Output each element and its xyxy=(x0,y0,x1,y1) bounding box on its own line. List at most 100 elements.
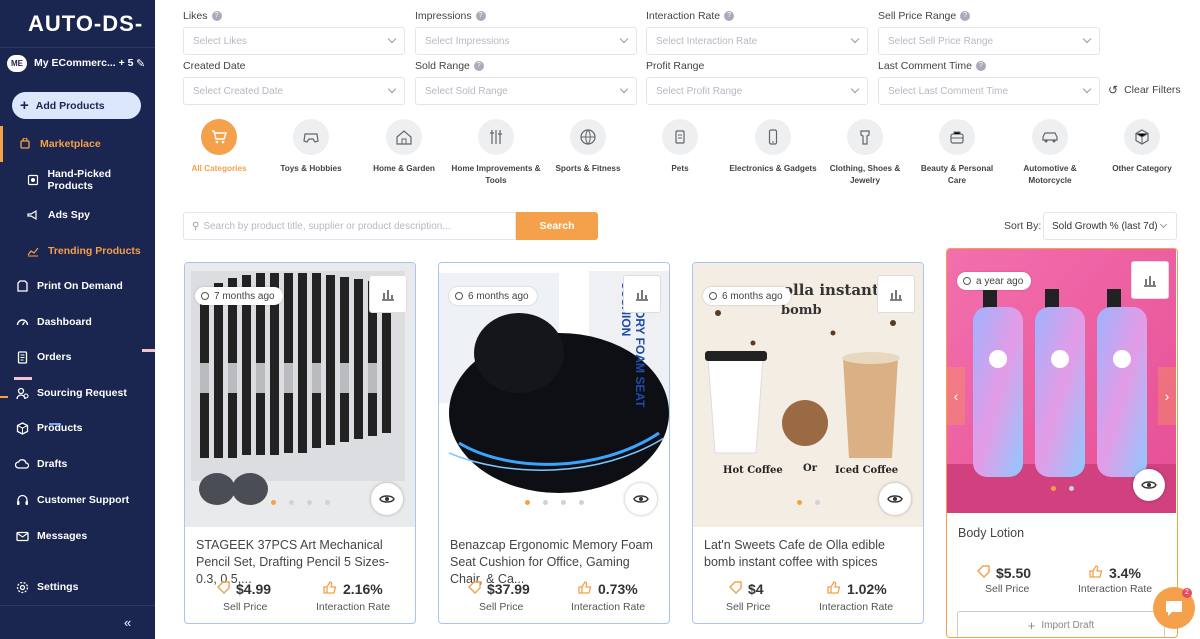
sidebar-item-hand-picked[interactable]: Hand-Picked Products xyxy=(0,165,155,195)
eye-icon[interactable] xyxy=(879,483,911,515)
clear-filters-button[interactable]: ↺ Clear Filters xyxy=(1108,83,1181,97)
store-selector[interactable]: ME My ECommerc... + 5 ✎ xyxy=(7,54,148,72)
likes-select[interactable]: Select Likes xyxy=(183,27,405,55)
help-icon[interactable]: ? xyxy=(475,11,486,21)
eye-icon[interactable] xyxy=(1133,469,1165,501)
sidebar-item-marketplace[interactable]: Marketplace xyxy=(0,129,155,159)
search-input[interactable]: ⚲ Search by product title, supplier or pr… xyxy=(183,212,516,240)
category-toys-hobbies[interactable]: Toys & Hobbies xyxy=(266,119,356,175)
sidebar-item-sourcing-request[interactable]: Sourcing Request xyxy=(0,378,155,408)
product-card[interactable]: ‹ › a year ago Body Lotion $5.50 Sell Pr… xyxy=(946,248,1178,638)
interaction-rate-select[interactable]: Select Interaction Rate xyxy=(646,27,868,55)
age-badge: 6 months ago xyxy=(703,287,791,305)
divider xyxy=(0,605,155,606)
image-caption-left: Hot Coffee xyxy=(723,465,783,476)
carousel-dot[interactable] xyxy=(542,500,548,505)
sell-price-range-select[interactable]: Select Sell Price Range xyxy=(878,27,1100,55)
chevron-right-icon[interactable]: › xyxy=(1158,367,1176,425)
help-icon[interactable]: ? xyxy=(211,11,222,21)
carousel-dot[interactable] xyxy=(270,500,276,505)
category-all[interactable]: All Categories xyxy=(174,119,264,175)
chevron-down-icon xyxy=(619,84,629,94)
carousel-dot[interactable] xyxy=(560,500,566,505)
carousel-dot[interactable] xyxy=(814,500,820,505)
category-other[interactable]: Other Category xyxy=(1097,119,1187,175)
category-home-improvements[interactable]: Home Improvements & Tools xyxy=(451,119,541,187)
tools-icon xyxy=(478,119,514,155)
sort-select[interactable]: Sold Growth % (last 7d) xyxy=(1043,212,1177,240)
sell-price-value: $4 xyxy=(729,581,764,597)
carousel-dot[interactable] xyxy=(578,500,584,505)
store-name: My ECommerc... + 5 xyxy=(34,57,134,69)
sidebar-item-products[interactable]: Products xyxy=(0,413,155,443)
carousel-dot[interactable] xyxy=(306,500,312,505)
sidebar-item-orders[interactable]: Orders xyxy=(0,342,155,372)
sidebar-item-ads-spy[interactable]: Ads Spy xyxy=(0,200,155,230)
product-title[interactable]: Lat'n Sweets Cafe de Olla edible bomb in… xyxy=(704,537,914,571)
carousel-dot[interactable] xyxy=(288,500,294,505)
help-icon[interactable]: ? xyxy=(975,61,986,71)
last-comment-time-select[interactable]: Select Last Comment Time xyxy=(878,77,1100,105)
chevron-left-icon[interactable]: ‹ xyxy=(947,367,965,425)
help-icon[interactable]: ? xyxy=(473,61,484,71)
sidebar-item-customer-support[interactable]: Customer Support xyxy=(0,485,155,515)
carousel-dot[interactable] xyxy=(1068,486,1074,491)
product-card[interactable]: olla instant bomb Hot Coffee Or Iced Cof… xyxy=(692,262,924,624)
product-card[interactable]: MEMORY FOAM SEAT CUSHION 6 months ago Be… xyxy=(438,262,670,624)
sold-range-select[interactable]: Select Sold Range xyxy=(415,77,637,105)
interaction-rate-label: Interaction Rate xyxy=(819,601,894,613)
sidebar-item-drafts[interactable]: Drafts xyxy=(0,449,155,479)
impressions-select[interactable]: Select Impressions xyxy=(415,27,637,55)
carousel-dot[interactable] xyxy=(524,500,530,505)
product-title[interactable]: Body Lotion xyxy=(958,525,1168,542)
carousel-dot[interactable] xyxy=(796,500,802,505)
edit-icon[interactable]: ✎ xyxy=(136,57,145,70)
sell-price-label: Sell Price xyxy=(726,601,771,613)
sidebar-item-settings[interactable]: Settings xyxy=(0,572,155,602)
category-sports-fitness[interactable]: Sports & Fitness xyxy=(543,119,633,175)
category-label: Beauty & Personal Care xyxy=(920,164,994,185)
chevron-down-icon xyxy=(1082,34,1092,44)
carousel-dot[interactable] xyxy=(1050,486,1056,491)
undo-icon: ↺ xyxy=(1108,83,1119,97)
sidebar-item-label: Messages xyxy=(37,530,88,542)
chat-widget[interactable]: 2 xyxy=(1153,587,1195,629)
add-products-button[interactable]: + Add Products xyxy=(12,92,141,119)
eye-icon[interactable] xyxy=(625,483,657,515)
help-icon[interactable]: ? xyxy=(960,11,971,21)
product-card[interactable]: 7 months ago STAGEEK 37PCS Art Mechanica… xyxy=(184,262,416,624)
chart-icon[interactable] xyxy=(369,275,407,313)
cart-icon xyxy=(201,119,237,155)
filter-label-sold-range: Sold Range? xyxy=(415,60,484,72)
decoration xyxy=(14,377,32,380)
help-icon[interactable]: ? xyxy=(724,11,735,21)
category-pets[interactable]: Pets xyxy=(635,119,725,175)
sidebar-item-print-on-demand[interactable]: Print On Demand xyxy=(0,271,155,301)
profit-range-select[interactable]: Select Profit Range xyxy=(646,77,868,105)
mail-icon xyxy=(15,529,29,543)
category-home-garden[interactable]: Home & Garden xyxy=(359,119,449,175)
collapse-icon[interactable]: « xyxy=(124,615,131,630)
search-icon: ⚲ xyxy=(192,220,200,232)
category-beauty[interactable]: Beauty & Personal Care xyxy=(912,119,1002,187)
chart-icon[interactable] xyxy=(1131,261,1169,299)
category-clothing[interactable]: Clothing, Shoes & Jewelry xyxy=(820,119,910,187)
created-date-select[interactable]: Select Created Date xyxy=(183,77,405,105)
sidebar-item-dashboard[interactable]: Dashboard xyxy=(0,307,155,337)
category-electronics[interactable]: Electronics & Gadgets xyxy=(728,119,818,175)
eye-icon[interactable] xyxy=(371,483,403,515)
search-button[interactable]: Search xyxy=(516,212,598,240)
chart-icon[interactable] xyxy=(623,275,661,313)
import-draft-button[interactable]: + Import Draft xyxy=(957,611,1165,637)
sidebar-item-trending[interactable]: Trending Products xyxy=(0,236,155,266)
notification-badge: 2 xyxy=(1182,588,1192,598)
filter-label-sell-price-range: Sell Price Range? xyxy=(878,10,971,22)
category-automotive[interactable]: Automotive & Motorcycle xyxy=(1005,119,1095,187)
carousel-dot[interactable] xyxy=(324,500,330,505)
chart-icon[interactable] xyxy=(877,275,915,313)
sidebar-item-messages[interactable]: Messages xyxy=(0,521,155,551)
orders-icon xyxy=(15,350,29,364)
interaction-rate-label: Interaction Rate xyxy=(1078,583,1153,595)
interaction-rate-value: 1.02% xyxy=(827,581,887,597)
gamepad-icon xyxy=(293,119,329,155)
